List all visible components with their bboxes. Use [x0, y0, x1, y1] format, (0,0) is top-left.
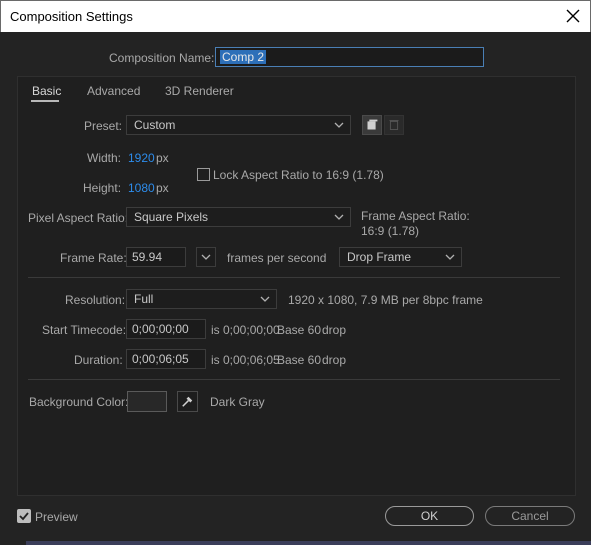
- eyedropper-button[interactable]: [177, 391, 198, 412]
- save-preset-button[interactable]: [362, 115, 382, 135]
- background-color-name: Dark Gray: [210, 395, 265, 409]
- tab-advanced[interactable]: Advanced: [87, 84, 140, 98]
- window-title: Composition Settings: [10, 9, 133, 24]
- duration-is: is 0;00;06;05: [211, 353, 280, 367]
- background-window-strip: [26, 541, 591, 545]
- cancel-button[interactable]: Cancel: [485, 506, 575, 526]
- frame-rate-input[interactable]: 59.94: [126, 247, 186, 267]
- chevron-down-icon: [260, 296, 270, 302]
- eyedropper-icon: [182, 396, 193, 407]
- comp-name-input[interactable]: Comp 2: [215, 47, 484, 67]
- lock-aspect-label: Lock Aspect Ratio to 16:9 (1.78): [213, 168, 384, 182]
- start-timecode-value: 0;00;00;00: [132, 322, 189, 336]
- frame-aspect-value: 16:9 (1.78): [361, 224, 420, 238]
- settings-panel: [17, 76, 576, 496]
- background-color-swatch[interactable]: [127, 391, 167, 412]
- frame-rate-value: 59.94: [132, 250, 163, 264]
- pixel-aspect-value: Square Pixels: [134, 210, 209, 224]
- width-value[interactable]: 1920: [128, 151, 155, 165]
- tab-active-indicator: [31, 100, 59, 102]
- comp-name-label: Composition Name:: [109, 51, 215, 65]
- frame-aspect-label: Frame Aspect Ratio:: [361, 209, 470, 223]
- resolution-dropdown[interactable]: Full: [126, 289, 277, 309]
- tab-basic[interactable]: Basic: [32, 84, 61, 98]
- chevron-down-icon: [201, 254, 211, 260]
- preview-checkbox[interactable]: [17, 509, 31, 523]
- duration-label: Duration:: [74, 353, 123, 367]
- lock-aspect-checkbox[interactable]: [197, 168, 210, 181]
- preset-dropdown[interactable]: Custom: [126, 115, 351, 135]
- divider: [28, 277, 560, 278]
- resolution-label: Resolution:: [65, 293, 126, 307]
- title-bar: Composition Settings: [0, 0, 591, 32]
- height-unit: px: [156, 181, 169, 195]
- ok-button[interactable]: OK: [385, 506, 474, 526]
- delete-preset-button[interactable]: [384, 115, 404, 135]
- frame-rate-label: Frame Rate:: [60, 251, 127, 265]
- frame-rate-preset-dropdown[interactable]: [196, 247, 216, 267]
- checkmark-icon: [19, 512, 29, 521]
- save-preset-icon: [367, 119, 378, 130]
- width-label: Width:: [87, 151, 122, 165]
- duration-drop: drop: [322, 353, 347, 367]
- resolution-info: 1920 x 1080, 7.9 MB per 8bpc frame: [288, 293, 483, 307]
- resolution-value: Full: [134, 292, 154, 306]
- comp-name-value: Comp 2: [220, 50, 267, 64]
- drop-frame-dropdown[interactable]: Drop Frame: [339, 247, 462, 267]
- close-icon[interactable]: [564, 7, 582, 25]
- pixel-aspect-label: Pixel Aspect Ratio:: [28, 211, 129, 225]
- background-color-label: Background Color:: [29, 395, 129, 409]
- tab-3d-renderer[interactable]: 3D Renderer: [165, 84, 234, 98]
- start-timecode-base: Base 60: [277, 323, 322, 337]
- divider: [28, 379, 560, 380]
- height-label: Height:: [83, 181, 122, 195]
- frame-rate-unit: frames per second: [227, 251, 327, 265]
- chevron-down-icon: [445, 254, 455, 260]
- chevron-down-icon: [334, 122, 344, 128]
- duration-input[interactable]: 0;00;06;05: [126, 349, 206, 369]
- start-timecode-is: is 0;00;00;00: [211, 323, 280, 337]
- drop-frame-value: Drop Frame: [347, 250, 412, 264]
- preset-label: Preset:: [84, 119, 123, 133]
- duration-base: Base 60: [277, 353, 322, 367]
- preset-value: Custom: [134, 118, 176, 132]
- chevron-down-icon: [334, 214, 344, 220]
- start-timecode-input[interactable]: 0;00;00;00: [126, 319, 206, 339]
- height-value[interactable]: 1080: [128, 181, 155, 195]
- preview-label: Preview: [35, 510, 78, 524]
- duration-value: 0;00;06;05: [132, 352, 189, 366]
- start-timecode-drop: drop: [322, 323, 347, 337]
- trash-icon: [389, 120, 399, 130]
- width-unit: px: [156, 151, 169, 165]
- pixel-aspect-dropdown[interactable]: Square Pixels: [126, 207, 351, 227]
- start-timecode-label: Start Timecode:: [42, 323, 127, 337]
